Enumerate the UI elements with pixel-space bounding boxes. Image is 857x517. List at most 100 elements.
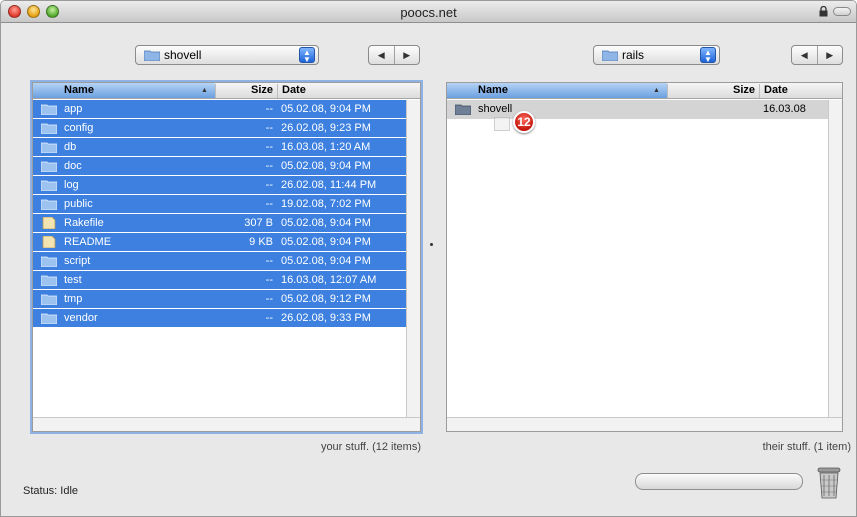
lock-icon (819, 6, 828, 17)
folder-icon (144, 50, 160, 61)
left-caption: your stuff. (12 items) (320, 441, 421, 453)
file-name: config (64, 122, 94, 134)
table-row[interactable]: vendor -- 26.02.08, 9:33 PM (33, 309, 420, 328)
folder-icon (41, 256, 57, 267)
file-size: 307 B (244, 217, 273, 229)
table-row[interactable]: README 9 KB 05.02.08, 9:04 PM (33, 233, 420, 252)
window-title: poocs.net (400, 5, 457, 20)
right-caption: their stuff. (1 item) (762, 441, 851, 453)
file-name: db (64, 141, 77, 153)
size-column-header[interactable]: Size (215, 84, 277, 98)
table-row[interactable]: script -- 05.02.08, 9:04 PM (33, 252, 420, 271)
toolbar-toggle-button[interactable] (833, 7, 851, 16)
progress-bar (635, 473, 803, 490)
size-column-header[interactable]: Size (667, 84, 759, 98)
status-text: Status: Idle (23, 485, 79, 497)
folder-icon (41, 142, 57, 153)
left-horizontal-scrollbar[interactable] (33, 417, 420, 431)
file-date: 05.02.08, 9:04 PM (281, 217, 371, 229)
name-column-header[interactable]: Name ▲ (33, 83, 215, 98)
left-folder-label: shovell (164, 48, 202, 62)
table-row[interactable]: tmp -- 05.02.08, 9:12 PM (33, 290, 420, 309)
popup-arrows-icon: ▲ ▼ (299, 47, 315, 64)
table-row[interactable]: log -- 26.02.08, 11:44 PM (33, 176, 420, 195)
left-vertical-scrollbar[interactable] (406, 100, 420, 417)
file-date: 16.03.08, 1:20 AM (281, 141, 371, 153)
table-row[interactable]: doc -- 05.02.08, 9:04 PM (33, 157, 420, 176)
left-back-button[interactable]: ◀ (369, 46, 394, 64)
file-date: 19.02.08, 7:02 PM (281, 198, 371, 210)
file-size: -- (265, 198, 273, 210)
sort-ascending-icon: ▲ (653, 87, 660, 94)
file-date: 05.02.08, 9:04 PM (281, 255, 371, 267)
file-date: 16.03.08 (763, 103, 806, 115)
file-name: test (64, 274, 82, 286)
file-date: 05.02.08, 9:04 PM (281, 103, 371, 115)
right-file-list[interactable]: Name ▲ Size Date shovell 16.03.08 12 (446, 82, 843, 432)
file-name: app (64, 103, 83, 115)
right-vertical-scrollbar[interactable] (828, 100, 842, 417)
table-row[interactable]: app -- 05.02.08, 9:04 PM (33, 100, 420, 119)
popup-arrows-icon: ▲ ▼ (700, 47, 716, 64)
file-name: vendor (64, 312, 98, 324)
left-file-list[interactable]: Name ▲ Size Date app -- 05.02.08, 9:04 PM c… (32, 82, 421, 432)
left-forward-button[interactable]: ▶ (393, 46, 420, 64)
file-size: -- (265, 293, 273, 305)
file-size: -- (265, 160, 273, 172)
date-column-header[interactable]: Date (759, 84, 830, 98)
file-name: tmp (64, 293, 83, 305)
table-row[interactable]: test -- 16.03.08, 12:07 AM (33, 271, 420, 290)
file-size: -- (265, 122, 273, 134)
folder-icon (41, 294, 57, 305)
file-date: 26.02.08, 11:44 PM (281, 179, 377, 191)
table-row[interactable]: Rakefile 307 B 05.02.08, 9:04 PM (33, 214, 420, 233)
folder-icon (602, 50, 618, 61)
left-nav-buttons: ◀ ▶ (368, 45, 420, 65)
table-row[interactable]: public -- 19.02.08, 7:02 PM (33, 195, 420, 214)
folder-icon (41, 123, 57, 134)
file-name: README (64, 236, 112, 248)
file-date: 16.03.08, 12:07 AM (281, 274, 377, 286)
file-date: 05.02.08, 9:12 PM (281, 293, 371, 305)
file-name: doc (64, 160, 82, 172)
file-size: -- (265, 103, 273, 115)
drag-count-badge: 12 (513, 111, 535, 133)
file-date: 05.02.08, 9:04 PM (281, 160, 371, 172)
right-back-button[interactable]: ◀ (792, 46, 817, 64)
file-name: public (64, 198, 93, 210)
right-horizontal-scrollbar[interactable] (447, 417, 842, 431)
file-name: shovell (478, 103, 513, 115)
file-size: -- (265, 255, 273, 267)
folder-icon (41, 180, 57, 191)
file-name: log (64, 179, 79, 191)
splitter-handle[interactable] (430, 243, 433, 246)
app-window: poocs.net shovell ▲ ▼ ◀ ▶ rails ▲ ▼ ◀ ▶ Na… (0, 0, 857, 517)
file-date: 26.02.08, 9:33 PM (281, 312, 371, 324)
folder-icon (41, 161, 57, 172)
folder-icon (41, 313, 57, 324)
right-nav-buttons: ◀ ▶ (791, 45, 843, 65)
table-row[interactable]: db -- 16.03.08, 1:20 AM (33, 138, 420, 157)
title-bar[interactable]: poocs.net (1, 1, 856, 23)
left-folder-popup[interactable]: shovell ▲ ▼ (135, 45, 319, 65)
file-date: 05.02.08, 9:04 PM (281, 236, 371, 248)
right-folder-popup[interactable]: rails ▲ ▼ (593, 45, 720, 65)
table-row[interactable]: config -- 26.02.08, 9:23 PM (33, 119, 420, 138)
folder-icon (41, 275, 57, 286)
name-column-header[interactable]: Name ▲ (447, 83, 667, 98)
drag-preview (494, 117, 510, 131)
date-column-header[interactable]: Date (277, 84, 405, 98)
file-size: -- (265, 312, 273, 324)
sort-ascending-icon: ▲ (201, 87, 208, 94)
file-size: 9 KB (249, 236, 273, 248)
right-list-header: Name ▲ Size Date (447, 83, 842, 99)
file-size: -- (265, 274, 273, 286)
right-forward-button[interactable]: ▶ (816, 46, 843, 64)
trash-icon[interactable] (816, 466, 842, 500)
left-rows: app -- 05.02.08, 9:04 PM config -- 26.02.08, … (33, 100, 420, 328)
file-date: 26.02.08, 9:23 PM (281, 122, 371, 134)
file-size: -- (265, 141, 273, 153)
folder-icon (41, 104, 57, 115)
file-icon (42, 217, 56, 229)
folder-icon (41, 199, 57, 210)
